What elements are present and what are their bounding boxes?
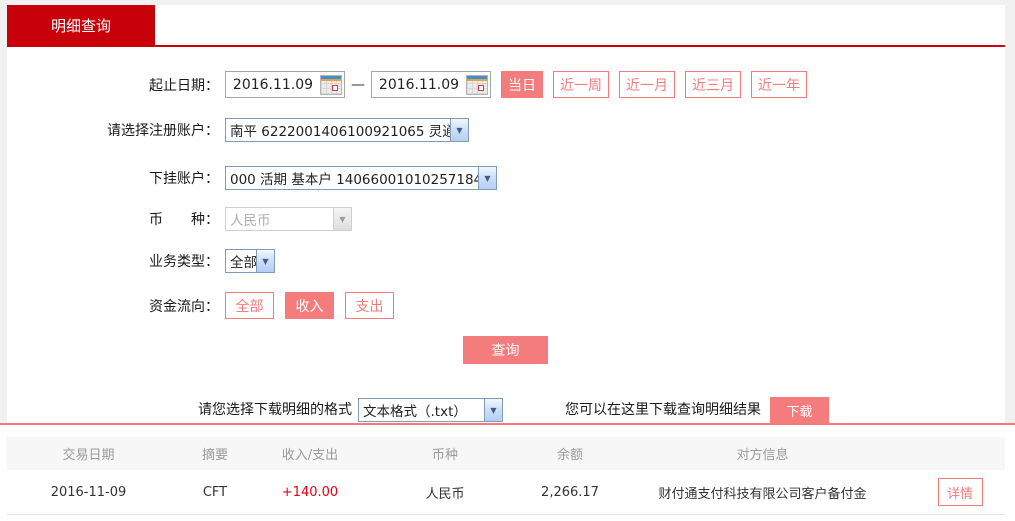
col-header-counterparty: 对方信息 [736, 448, 789, 463]
date-range-row: 起止日期： — 当日 近一周 近一月 近三月 近一年 [7, 71, 1005, 98]
fund-direction-income-button[interactable]: 收入 [285, 292, 334, 319]
col-header-summary: 摘要 [201, 448, 228, 463]
register-account-select[interactable]: 南平 6222001406100921065 灵通卡 ▼ [225, 118, 469, 142]
business-type-select[interactable]: 全部 ▼ [225, 249, 275, 273]
register-account-label: 请选择注册账户： [107, 123, 219, 139]
register-account-row: 请选择注册账户： 南平 6222001406100921065 灵通卡 ▼ [7, 118, 1005, 142]
quick-range-year-button[interactable]: 近一年 [751, 71, 807, 98]
calendar-icon[interactable] [320, 74, 342, 95]
register-account-value: 南平 6222001406100921065 灵通卡 [230, 124, 450, 140]
table-row: 2016-11-09 CFT +140.00 人民币 2,266.17 财付通支… [7, 470, 1005, 515]
fund-direction-row: 资金流向： 全部 收入 支出 [7, 292, 1005, 319]
col-header-date: 交易日期 [62, 448, 115, 463]
detail-button[interactable]: 详情 [937, 478, 983, 506]
download-button[interactable]: 下载 [770, 397, 829, 423]
currency-row: 币 种： 人民币 ▼ [7, 207, 1005, 231]
tab-underline [7, 45, 1005, 47]
date-separator: — [351, 76, 365, 93]
calendar-icon[interactable] [466, 74, 488, 95]
chevron-down-icon: ▼ [450, 119, 468, 141]
chevron-down-icon: ▼ [484, 399, 502, 421]
end-date-field[interactable] [371, 71, 491, 98]
date-range-label: 起止日期： [149, 77, 219, 94]
cell-counterparty: 财付通支付科技有限公司客户备付金 [658, 486, 867, 502]
business-type-label: 业务类型： [149, 254, 219, 270]
tab-detail-query[interactable]: 明细查询 [7, 5, 155, 45]
sub-account-select[interactable]: 000 活期 基本户 140660010102571848 ▼ [225, 166, 497, 190]
fund-direction-all-button[interactable]: 全部 [225, 292, 274, 319]
currency-select: 人民币 ▼ [225, 207, 352, 231]
tab-label: 明细查询 [50, 16, 111, 35]
sub-account-row: 下挂账户： 000 活期 基本户 140660010102571848 ▼ [7, 166, 1005, 190]
start-date-field[interactable] [225, 71, 345, 98]
quick-range-week-button[interactable]: 近一周 [553, 71, 609, 98]
start-date-input[interactable] [226, 76, 320, 93]
sub-account-value: 000 活期 基本户 140660010102571848 [230, 172, 478, 188]
chevron-down-icon: ▼ [478, 167, 496, 189]
business-type-row: 业务类型： 全部 ▼ [7, 249, 1005, 273]
cell-date: 2016-11-09 [50, 484, 127, 500]
quick-range-today-button[interactable]: 当日 [501, 71, 543, 98]
business-type-value: 全部 [230, 255, 256, 271]
fund-direction-expense-button[interactable]: 支出 [345, 292, 394, 319]
query-button[interactable]: 查询 [463, 336, 548, 364]
fund-direction-label: 资金流向： [149, 298, 219, 315]
download-hint-text: 您可以在这里下载查询明细结果 [565, 402, 761, 418]
results-table-section: 交易日期 摘要 收入/支出 币种 余额 对方信息 2016-11-09 CFT … [0, 425, 1015, 521]
cell-currency: 人民币 [425, 486, 465, 502]
sub-account-label: 下挂账户： [149, 171, 219, 187]
chevron-down-icon: ▼ [256, 250, 274, 272]
currency-value: 人民币 [230, 213, 271, 229]
table-header-row: 交易日期 摘要 收入/支出 币种 余额 对方信息 [7, 437, 1005, 470]
col-header-currency: 币种 [431, 448, 458, 463]
col-header-amount: 收入/支出 [281, 448, 339, 463]
col-header-balance: 余额 [556, 448, 583, 463]
cell-amount: +140.00 [281, 484, 339, 500]
download-format-label: 请您选择下载明细的格式 [198, 402, 352, 418]
download-format-select[interactable]: 文本格式（.txt） ▼ [358, 398, 503, 422]
quick-range-3months-button[interactable]: 近三月 [685, 71, 741, 98]
quick-range-month-button[interactable]: 近一月 [619, 71, 675, 98]
detail-query-panel: 明细查询 起止日期： — 当日 近一周 近一月 近三月 近一年 请选择注册账户：… [7, 5, 1005, 423]
chevron-down-icon: ▼ [333, 208, 351, 230]
cell-summary: CFT [202, 484, 228, 500]
end-date-input[interactable] [372, 76, 466, 93]
download-format-value: 文本格式（.txt） [363, 404, 467, 420]
currency-label: 币 种： [149, 212, 219, 228]
cell-balance: 2,266.17 [541, 484, 599, 500]
